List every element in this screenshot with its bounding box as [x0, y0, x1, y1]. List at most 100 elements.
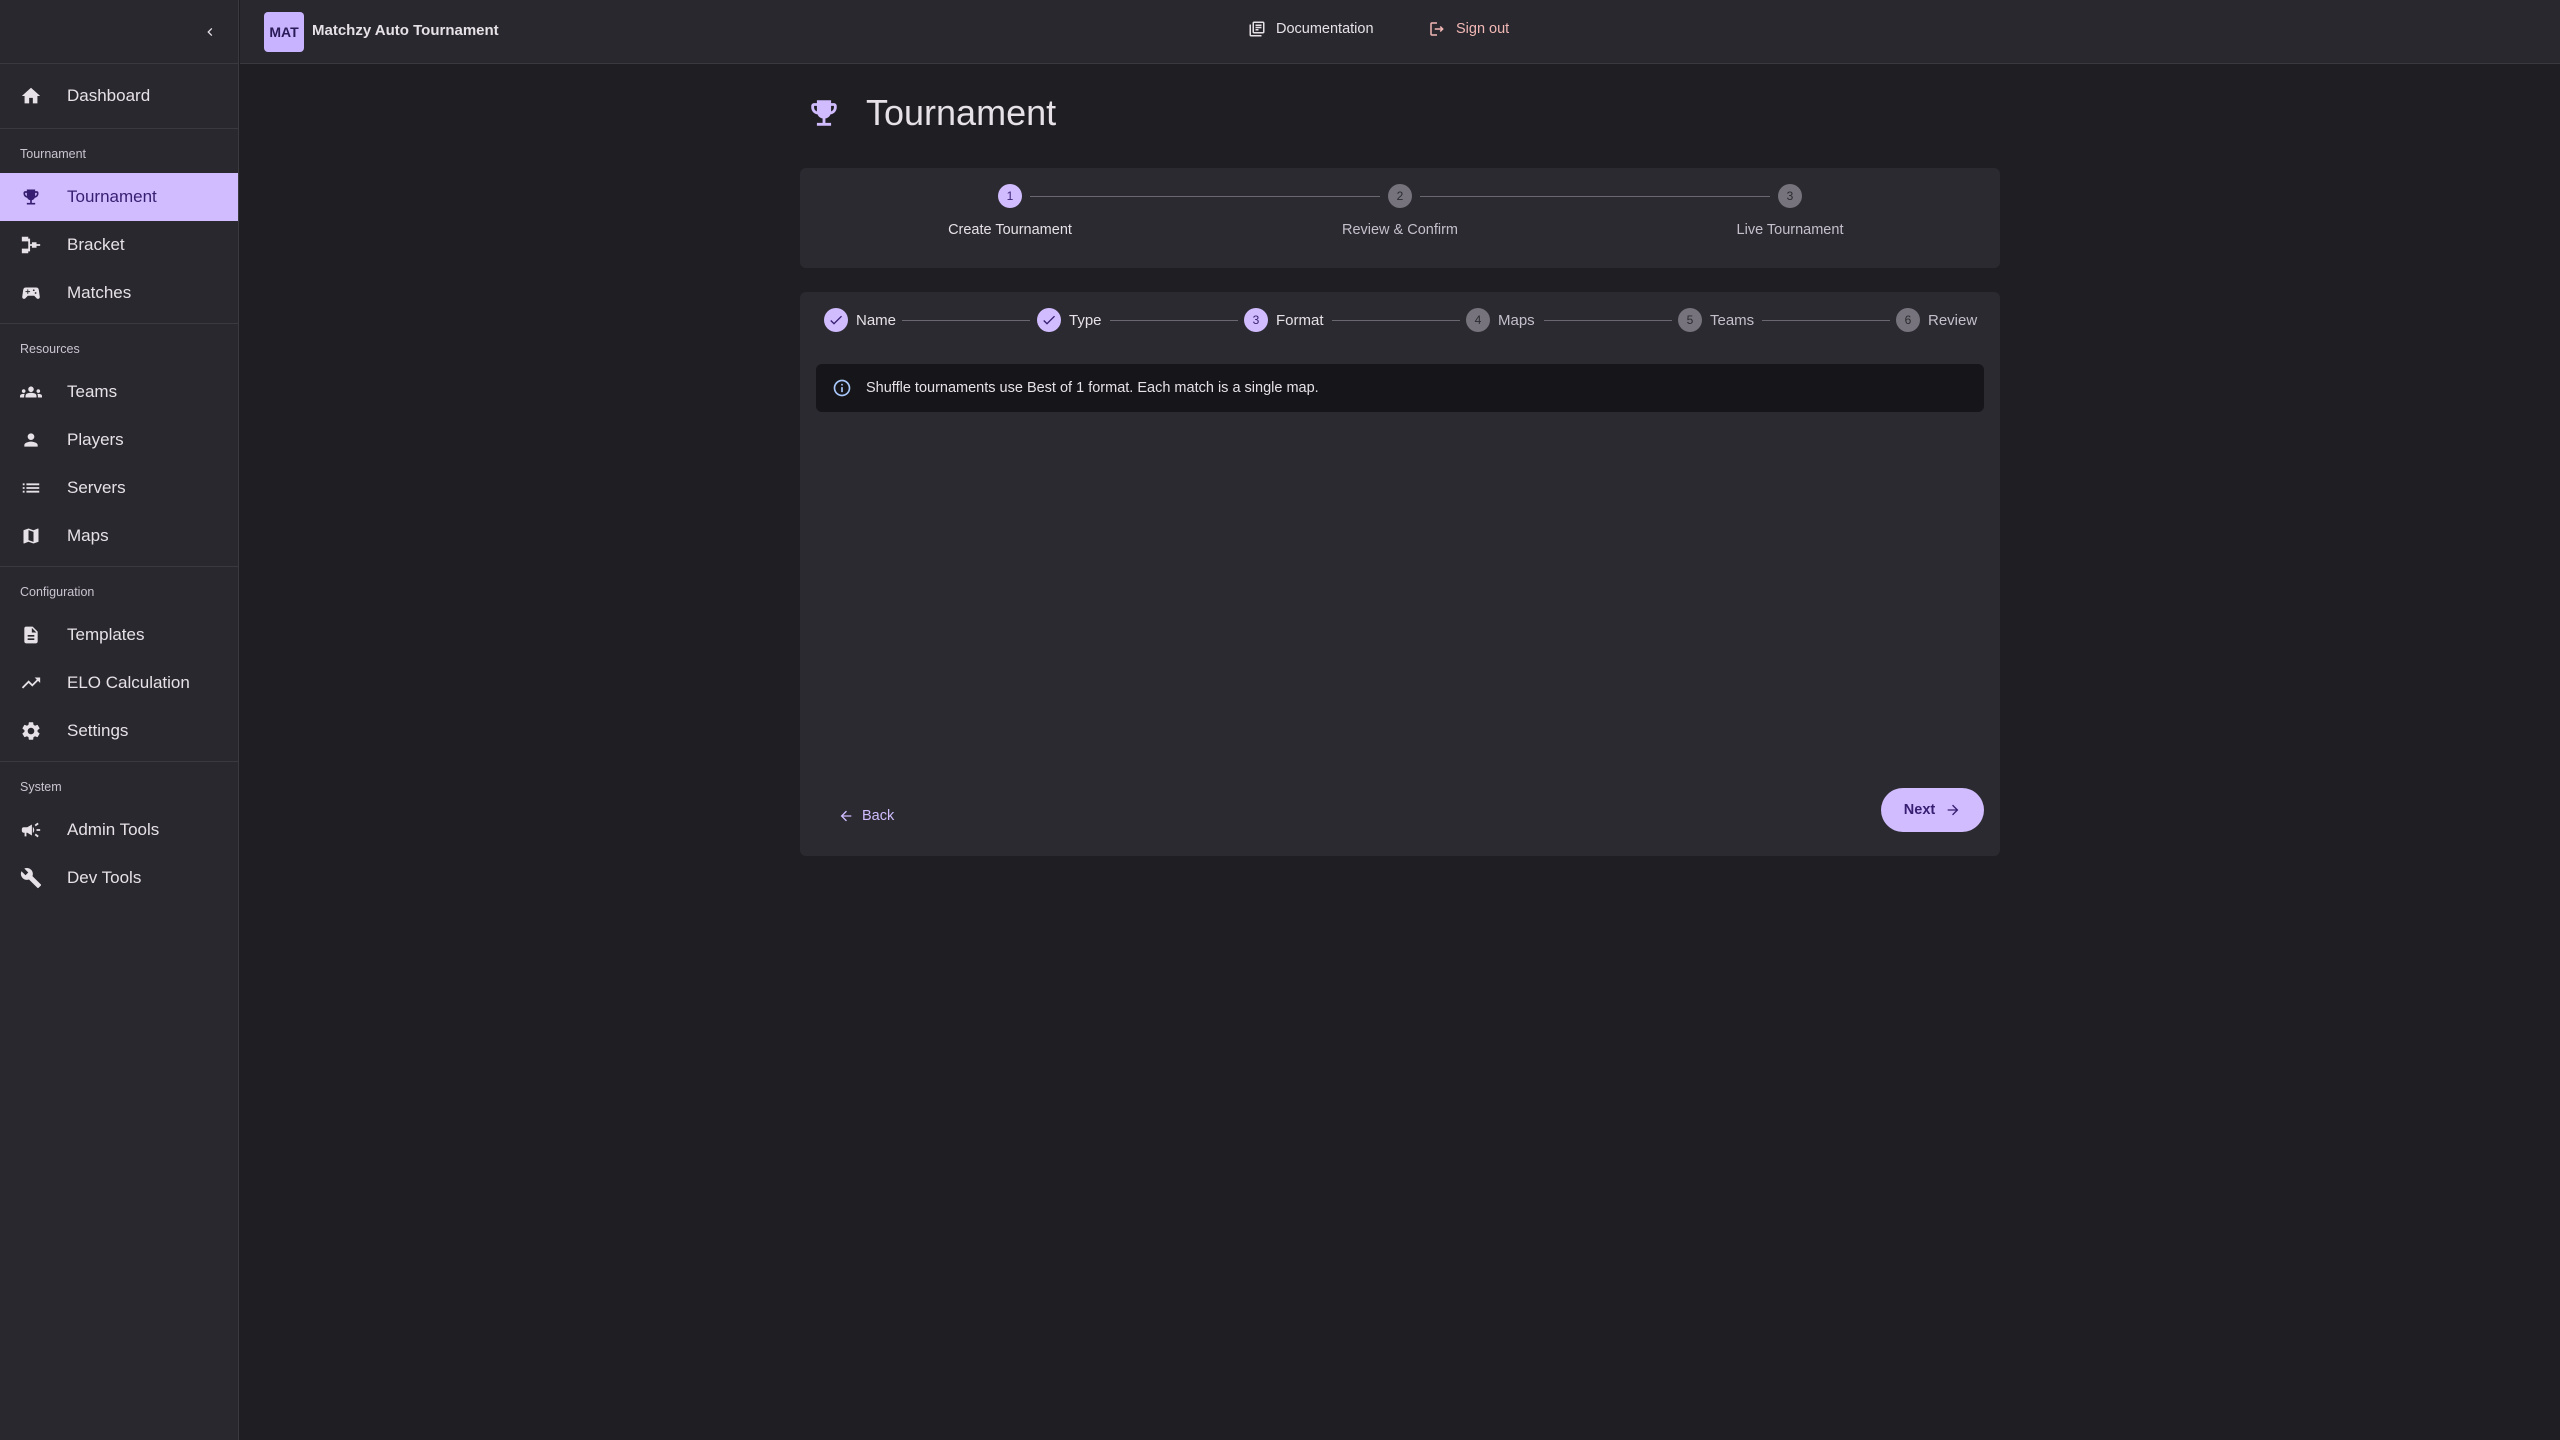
logout-icon: [1428, 20, 1446, 38]
step-number: 4: [1466, 308, 1490, 332]
arrow-back-icon: [838, 808, 854, 824]
step-connector: [1544, 320, 1672, 321]
next-button[interactable]: Next: [1881, 788, 1984, 832]
step-number: 5: [1678, 308, 1702, 332]
sidebar-item-servers[interactable]: Servers: [0, 464, 238, 512]
sidebar-item-admin-tools[interactable]: Admin Tools: [0, 806, 238, 854]
documentation-link[interactable]: Documentation: [1248, 20, 1374, 38]
step-number: 6: [1896, 308, 1920, 332]
trending-up-icon: [20, 672, 42, 694]
sidebar-item-settings[interactable]: Settings: [0, 707, 238, 755]
arrow-forward-icon: [1945, 802, 1961, 818]
step-connector: [1762, 320, 1890, 321]
person-icon: [20, 429, 42, 451]
sidebar-item-maps[interactable]: Maps: [0, 512, 238, 560]
sidebar-item-label: Players: [67, 430, 124, 449]
sidebar-item-label: Settings: [67, 721, 129, 740]
step-number: 2: [1388, 184, 1412, 208]
sidebar-item-dashboard[interactable]: Dashboard: [0, 64, 238, 128]
step-number: 1: [998, 184, 1022, 208]
step-number: 3: [1778, 184, 1802, 208]
step-label: Format: [1276, 311, 1324, 329]
app-logo[interactable]: MAT: [264, 12, 304, 52]
sidebar-item-matches[interactable]: Matches: [0, 269, 238, 317]
wizard-step-maps[interactable]: 4 Maps: [1466, 308, 1535, 332]
trophy-icon: [20, 186, 42, 208]
section-title-system: System: [20, 780, 62, 794]
sidebar-item-elo-calculation[interactable]: ELO Calculation: [0, 659, 238, 707]
wrench-icon: [20, 867, 42, 889]
main-step-create-tournament: 1 Create Tournament: [910, 184, 1110, 238]
sidebar-item-bracket[interactable]: Bracket: [0, 221, 238, 269]
step-label: Type: [1069, 311, 1102, 329]
info-alert: Shuffle tournaments use Best of 1 format…: [816, 364, 1984, 412]
tournament-progress-stepper: 1 Create Tournament 2 Review & Confirm 3…: [800, 168, 2000, 268]
groups-icon: [20, 381, 42, 403]
sidebar-item-dev-tools[interactable]: Dev Tools: [0, 854, 238, 902]
back-button[interactable]: Back: [826, 800, 906, 832]
map-icon: [20, 525, 42, 547]
step-label: Create Tournament: [948, 222, 1072, 238]
megaphone-icon: [20, 819, 42, 841]
section-title-tournament: Tournament: [20, 147, 87, 161]
chevron-left-icon: [202, 24, 218, 40]
info-icon: [832, 378, 852, 398]
gamepad-icon: [20, 282, 42, 304]
trophy-icon: [806, 95, 842, 131]
sidebar-item-label: Templates: [67, 625, 145, 644]
wizard-step-name[interactable]: Name: [824, 308, 896, 332]
sign-out-button[interactable]: Sign out: [1428, 20, 1509, 38]
sidebar-item-templates[interactable]: Templates: [0, 611, 238, 659]
check-icon: [1037, 308, 1061, 332]
sidebar-item-players[interactable]: Players: [0, 416, 238, 464]
wizard-step-review[interactable]: 6 Review: [1896, 308, 1977, 332]
step-number: 3: [1244, 308, 1268, 332]
sidebar-item-label: Maps: [67, 526, 109, 545]
gear-icon: [20, 720, 42, 742]
sidebar-item-teams[interactable]: Teams: [0, 368, 238, 416]
sidebar-item-label: Servers: [67, 478, 126, 497]
step-label: Review & Confirm: [1341, 222, 1459, 238]
sidebar-item-label: Admin Tools: [67, 820, 160, 839]
bracket-icon: [20, 234, 42, 256]
sidebar-item-label: Bracket: [67, 235, 125, 254]
next-label: Next: [1903, 802, 1936, 818]
step-label: Maps: [1498, 311, 1535, 329]
wizard-step-type[interactable]: Type: [1037, 308, 1102, 332]
sidebar-header: [0, 0, 238, 64]
step-label: Review: [1928, 311, 1978, 329]
page-title: Tournament: [866, 92, 1057, 133]
info-message: Shuffle tournaments use Best of 1 format…: [866, 380, 1319, 396]
collapse-sidebar-button[interactable]: [198, 20, 222, 44]
sidebar: Dashboard Tournament Tournament Bracket …: [0, 0, 239, 1440]
section-title-configuration: Configuration: [20, 585, 95, 599]
app-title: Matchzy Auto Tournament: [312, 22, 499, 39]
page-header: Tournament: [806, 92, 1056, 134]
sidebar-item-label: Dashboard: [67, 86, 151, 105]
home-icon: [20, 85, 42, 107]
main-step-live-tournament: 3 Live Tournament: [1690, 184, 1890, 238]
step-connector: [1110, 320, 1238, 321]
sign-out-label: Sign out: [1456, 21, 1510, 37]
sidebar-item-label: Dev Tools: [67, 868, 142, 887]
document-icon: [20, 624, 42, 646]
sidebar-item-label: Teams: [67, 382, 118, 401]
sidebar-item-label: ELO Calculation: [67, 673, 190, 692]
wizard-step-teams[interactable]: 5 Teams: [1678, 308, 1754, 332]
sidebar-item-label: Matches: [67, 283, 132, 302]
list-icon: [20, 477, 42, 499]
step-label: Name: [856, 311, 897, 329]
documentation-label: Documentation: [1276, 21, 1374, 37]
back-label: Back: [862, 808, 895, 824]
step-connector: [902, 320, 1030, 321]
create-tournament-wizard: Name Type 3 Format 4 Maps 5 Teams 6 Revi…: [800, 292, 2000, 856]
step-connector: [1332, 320, 1460, 321]
wizard-step-format[interactable]: 3 Format: [1244, 308, 1324, 332]
main-step-review-confirm: 2 Review & Confirm: [1300, 184, 1500, 238]
sidebar-item-tournament[interactable]: Tournament: [0, 173, 238, 221]
library-books-icon: [1248, 20, 1266, 38]
section-title-resources: Resources: [20, 342, 80, 356]
top-app-bar: MAT Matchzy Auto Tournament Documentatio…: [240, 0, 2560, 64]
step-label: Live Tournament: [1736, 222, 1844, 238]
check-icon: [824, 308, 848, 332]
